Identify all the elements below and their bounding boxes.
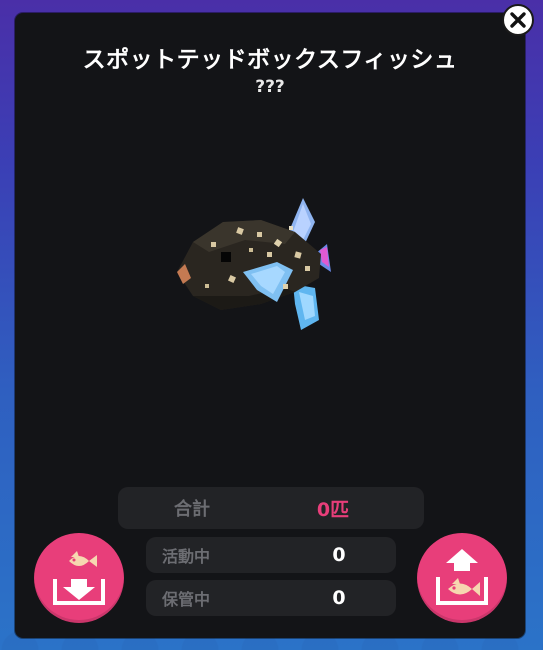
store-fish-button[interactable] [34,533,124,623]
fish-subtitle: ??? [255,77,285,97]
active-count-row: 活動中 0 [146,537,396,573]
total-count-row: 合計 0匹 [118,487,424,529]
stored-label: 保管中 [162,590,211,609]
stored-count-row: 保管中 0 [146,580,396,616]
stored-value: 0 [332,587,346,609]
release-fish-button[interactable] [417,533,507,623]
total-value: 0匹 [316,498,350,521]
active-label: 活動中 [162,547,211,566]
fish-up-tray-icon [436,549,488,605]
fish-model-image [165,192,345,342]
close-button[interactable] [502,4,534,36]
fish-down-tray-icon [53,551,105,605]
total-label: 合計 [174,499,210,520]
fish-name-title: スポットテッドボックスフィッシュ [82,47,458,73]
active-value: 0 [332,544,346,566]
close-icon [510,12,526,28]
